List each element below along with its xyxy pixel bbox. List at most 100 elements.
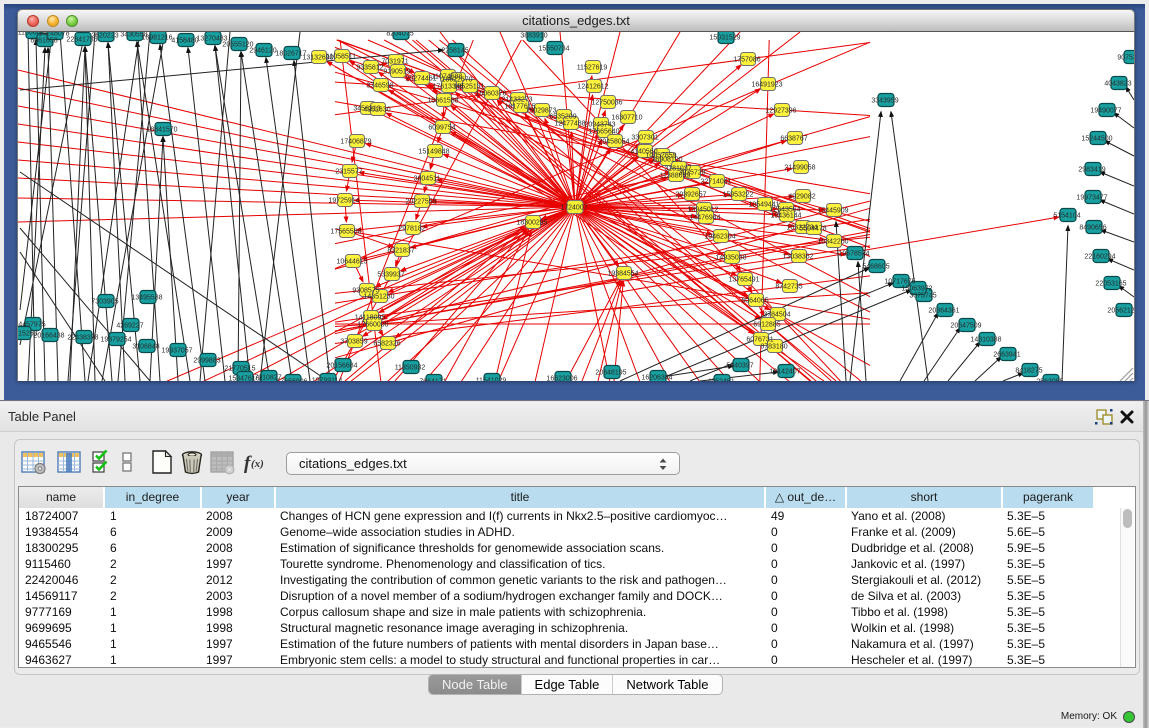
svg-text:8490656: 8490656	[1079, 225, 1106, 232]
svg-text:9190519: 9190519	[383, 69, 410, 76]
svg-text:4952451: 4952451	[707, 379, 734, 382]
svg-text:19379254: 19379254	[100, 337, 131, 344]
svg-text:3307301: 3307301	[631, 135, 658, 142]
svg-text:21499058: 21499058	[784, 165, 815, 172]
svg-text:6064065: 6064065	[741, 298, 768, 305]
svg-text:3883910: 3883910	[520, 33, 547, 40]
svg-text:20227559: 20227559	[405, 199, 436, 206]
svg-text:20458054: 20458054	[598, 139, 629, 146]
svg-text:2946120: 2946120	[249, 48, 276, 55]
svg-text:12750036: 12750036	[591, 100, 622, 107]
svg-text:17406879: 17406879	[340, 139, 371, 146]
svg-text:6535209: 6535209	[549, 114, 576, 121]
svg-text:2315577: 2315577	[335, 169, 362, 176]
svg-text:11388699: 11388699	[660, 173, 691, 180]
svg-text:5154104: 5154104	[1053, 213, 1080, 220]
svg-text:15244500: 15244500	[1081, 136, 1112, 143]
svg-text:20156684: 20156684	[326, 363, 357, 370]
svg-text:19973477: 19973477	[1076, 195, 1107, 202]
svg-text:2663941: 2663941	[993, 352, 1020, 359]
svg-text:5594478: 5594478	[799, 226, 826, 233]
svg-text:18300295: 18300295	[516, 220, 547, 227]
svg-text:15445909: 15445909	[817, 208, 848, 215]
svg-text:14248078: 14248078	[38, 32, 69, 38]
svg-text:6076731: 6076731	[746, 337, 773, 344]
svg-text:14935038: 14935038	[715, 255, 746, 262]
svg-text:(x): (x)	[251, 458, 264, 470]
svg-text:3075745: 3075745	[909, 293, 936, 300]
svg-text:3604511: 3604511	[414, 176, 441, 183]
svg-text:20166438: 20166438	[33, 333, 64, 340]
svg-text:18841570: 18841570	[146, 127, 177, 134]
svg-text:11541029: 11541029	[476, 378, 507, 382]
svg-text:16307710: 16307710	[611, 115, 642, 122]
svg-text:17665640: 17665640	[588, 129, 619, 136]
svg-text:20648195: 20648195	[595, 370, 626, 377]
svg-text:6099754: 6099754	[428, 125, 455, 132]
svg-text:22714041: 22714041	[700, 179, 731, 186]
svg-text:15550734: 15550734	[538, 46, 569, 53]
svg-text:19799114: 19799114	[312, 378, 343, 382]
svg-text:6638767: 6638767	[780, 136, 807, 143]
svg-text:2258145: 2258145	[441, 48, 468, 55]
svg-text:4043823: 4043823	[1104, 81, 1131, 88]
svg-text:21770515: 21770515	[224, 366, 255, 373]
svg-text:6582326: 6582326	[373, 341, 400, 348]
svg-text:14118095: 14118095	[355, 315, 386, 322]
svg-text:4929082: 4929082	[788, 194, 815, 201]
svg-text:8321837: 8321837	[387, 248, 414, 255]
svg-text:13945012: 13945012	[687, 207, 718, 214]
svg-text:20364361: 20364361	[928, 308, 959, 315]
svg-text:15031529: 15031529	[709, 35, 740, 42]
svg-text:8783180: 8783180	[760, 344, 787, 351]
svg-text:4961630: 4961630	[363, 107, 390, 114]
svg-text:4269227: 4269227	[116, 323, 143, 330]
svg-text:2978182: 2978182	[398, 226, 425, 233]
svg-text:13495588: 13495588	[131, 295, 162, 302]
svg-text:11350932: 11350932	[395, 365, 426, 372]
svg-text:19490077: 19490077	[1090, 108, 1121, 115]
svg-text:18622670: 18622670	[441, 77, 472, 84]
svg-text:14476944: 14476944	[689, 215, 720, 222]
svg-text:3343959: 3343959	[871, 98, 898, 105]
svg-text:15063972: 15063972	[901, 286, 932, 293]
svg-text:19725914: 19725914	[328, 198, 359, 205]
svg-text:2999883: 2999883	[193, 358, 220, 365]
svg-text:14310388: 14310388	[970, 337, 1001, 344]
svg-text:4457975: 4457975	[18, 322, 45, 329]
svg-text:19462304: 19462304	[704, 234, 735, 241]
svg-text:22438378: 22438378	[67, 335, 98, 342]
svg-text:17660000: 17660000	[357, 322, 388, 329]
svg-text:21433273: 21433273	[501, 97, 532, 104]
svg-text:2563055: 2563055	[1036, 379, 1063, 382]
svg-text:12477488: 12477488	[554, 121, 585, 128]
svg-text:7303905: 7303905	[91, 299, 118, 306]
svg-text:6061658: 6061658	[30, 38, 57, 45]
svg-text:12412612: 12412612	[577, 84, 608, 91]
svg-text:7064171: 7064171	[419, 379, 446, 382]
svg-text:9075310: 9075310	[1117, 55, 1134, 62]
svg-text:3106848: 3106848	[132, 344, 159, 351]
svg-text:19937057: 19937057	[161, 348, 192, 355]
svg-text:9335812: 9335812	[356, 65, 383, 72]
svg-text:22160294: 22160294	[1084, 254, 1115, 261]
svg-text:17565588: 17565588	[330, 229, 361, 236]
svg-text:14351230: 14351230	[363, 294, 394, 301]
svg-text:1724007: 1724007	[560, 205, 587, 212]
svg-text:10661588: 10661588	[427, 98, 458, 105]
svg-text:2620223: 2620223	[91, 33, 118, 40]
svg-text:22053165: 22053165	[1095, 281, 1126, 288]
svg-text:19384554: 19384554	[607, 271, 638, 278]
svg-text:13038362: 13038362	[782, 254, 813, 261]
svg-text:11527619: 11527619	[577, 65, 608, 72]
svg-text:19142407: 19142407	[769, 369, 800, 376]
svg-text:10342260: 10342260	[817, 239, 848, 246]
svg-text:19436144: 19436144	[770, 213, 801, 220]
svg-text:10644615: 10644615	[336, 259, 367, 266]
svg-text:20392657: 20392657	[675, 192, 706, 199]
svg-text:15953222: 15953222	[722, 192, 753, 199]
svg-text:15347616: 15347616	[228, 376, 259, 382]
svg-text:8418275: 8418275	[1015, 368, 1042, 375]
svg-text:20562129: 20562129	[1107, 308, 1134, 315]
svg-text:1757086: 1757086	[733, 57, 760, 64]
